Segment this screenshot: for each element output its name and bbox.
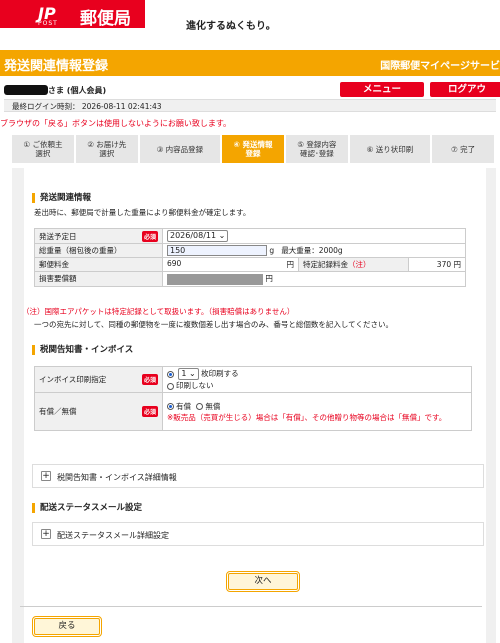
customs-table: インボイス印刷指定 必須 1 ⌄ 枚印刷する 印刷しない 有償／無償 必須 有償… <box>34 366 472 431</box>
plus-icon: + <box>41 471 51 481</box>
registered-label: 特定記録料金 <box>303 260 348 269</box>
customs-section-title: 税関告知書・インボイス <box>32 345 133 355</box>
status-mail-accordion[interactable]: + 配送ステータスメール詳細設定 <box>32 522 484 546</box>
customs-detail-accordion[interactable]: + 税関告知書・インボイス詳細情報 <box>32 464 484 488</box>
paid-radio[interactable] <box>167 403 174 410</box>
tagline: 進化するぬくもり。 <box>186 21 276 32</box>
step-7: ⑦ 完了 <box>432 135 494 163</box>
damage-yen: 円 <box>265 274 273 283</box>
invoice-print-radio[interactable] <box>167 370 174 378</box>
free-radio[interactable] <box>196 403 204 410</box>
title-bar: 発送関連情報登録 国際郵便マイページサービ <box>0 50 500 76</box>
shipping-table: 発送予定日 必須 2026/08/11 ⌄ 総重量（梱包後の重量） 150 g … <box>34 228 466 287</box>
damage-label-cell: 損害要償額 <box>34 271 163 287</box>
step-3: ③ 内容品登録 <box>139 135 221 163</box>
redacted-username <box>4 85 48 95</box>
footnote-text: 国際エアパケットは特定記録として取扱います。（損害賠償はありません） <box>44 307 295 316</box>
weight-label-cell: 総重量（梱包後の重量） <box>34 243 163 258</box>
step-5: ⑤ 登録内容 確認･登録 <box>285 135 348 163</box>
weight-label: 総重量（梱包後の重量） <box>39 246 122 255</box>
japan-post-logo[interactable]: JP POST 郵便局 <box>0 0 145 29</box>
logout-button[interactable]: ログアウ <box>430 82 500 97</box>
postage-label-cell: 郵便料金 <box>34 257 163 272</box>
invoice-count-select[interactable]: 1 ⌄ <box>178 368 199 380</box>
next-button[interactable]: 次へ <box>226 571 300 592</box>
invoice-noprint-radio[interactable] <box>167 382 174 390</box>
postage-yen: 円 <box>286 260 295 269</box>
shipping-section-title: 発送関連情報 <box>32 193 91 203</box>
shipping-note: 差出時に、郵便局で計量した重量により郵便料金が確定します。 <box>34 208 251 217</box>
required-badge: 必須 <box>141 230 158 242</box>
logo-name: 郵便局 <box>80 9 131 29</box>
airpacket-footnote: （注）国際エアパケットは特定記録として取扱います。（損害賠償はありません） <box>22 306 294 317</box>
required-badge: 必須 <box>141 406 158 417</box>
page-title: 発送関連情報登録 <box>4 59 109 74</box>
site-header: JP POST 郵便局 進化するぬくもり。 <box>0 0 500 44</box>
step-4-current: ④ 発送情報 登録 <box>222 135 284 163</box>
status-mail-section-title: 配送ステータスメール設定 <box>32 503 142 513</box>
paid-option-label: 有償 <box>176 401 191 411</box>
registered-value: 370 円 <box>436 260 461 269</box>
multi-item-note: 一つの宛先に対して、同種の郵便物を一度に複数個差し出す場合のみ、番号と総個数を記… <box>34 320 393 329</box>
free-option-label: 無償 <box>205 401 221 411</box>
date-label: 発送予定日 <box>39 231 77 241</box>
invoice-count-value: 1 <box>181 369 187 378</box>
invoice-label: インボイス印刷指定 <box>39 375 107 384</box>
footnote-mark: （注） <box>22 307 45 316</box>
damage-input-disabled <box>167 273 263 285</box>
ship-date-select[interactable]: 2026/08/11 ⌄ <box>167 230 229 242</box>
damage-label: 損害要償額 <box>39 274 77 284</box>
chevron-down-icon: ⌄ <box>218 231 226 240</box>
mypage-service-link[interactable]: 国際郵便マイページサービ <box>380 57 500 72</box>
divider <box>20 606 482 607</box>
postage-label: 郵便料金 <box>39 260 69 269</box>
invoice-noprint-label: 印刷しない <box>176 381 214 390</box>
paid-note: ※販売品（売買が生じる）場合は「有償」、その他贈り物等の場合は「無償」です。 <box>167 412 447 422</box>
chevron-down-icon: ⌄ <box>189 369 196 378</box>
back-button-warning: ブラウザの「戻る」ボタンは使用しないようにお願い致します。 <box>0 119 232 128</box>
invoice-print-label: 枚印刷する <box>201 369 239 378</box>
status-mail-label: 配送ステータスメール詳細設定 <box>57 531 169 540</box>
menu-button[interactable]: メニュー <box>340 82 424 97</box>
max-weight: 最大重量：2000g <box>281 246 343 255</box>
step-2: ② お届け先 選択 <box>75 135 138 163</box>
ship-date-value: 2026/08/11 <box>170 231 217 240</box>
back-button[interactable]: 戻る <box>32 616 102 637</box>
date-label-cell: 発送予定日 必須 <box>34 228 163 244</box>
step-6: ⑥ 送り状印刷 <box>349 135 431 163</box>
plus-icon: + <box>41 529 51 539</box>
paid-label: 有償／無償 <box>39 407 77 416</box>
postage-value: 690 <box>167 259 182 268</box>
progress-steps: ① ご依頼主 選択 ② お届け先 選択 ③ 内容品登録 ④ 発送情報 登録 ⑤ … <box>12 135 496 163</box>
last-login: 最終ログイン時刻： 2026-08-11 02:41:43 <box>4 99 496 112</box>
logo-post-text: POST <box>38 20 58 27</box>
weight-unit: g <box>269 246 275 255</box>
weight-input[interactable]: 150 <box>167 245 267 256</box>
customs-detail-label: 税関告知書・インボイス詳細情報 <box>57 473 177 482</box>
step-1: ① ご依頼主 選択 <box>12 135 74 163</box>
required-badge: 必須 <box>141 374 158 385</box>
registered-note-link[interactable]: （注） <box>348 260 371 269</box>
user-info-row: さま (個人会員) メニュー ログアウ 最終ログイン時刻： 2026-08-11… <box>0 80 500 114</box>
user-name: さま (個人会員) <box>48 86 107 95</box>
